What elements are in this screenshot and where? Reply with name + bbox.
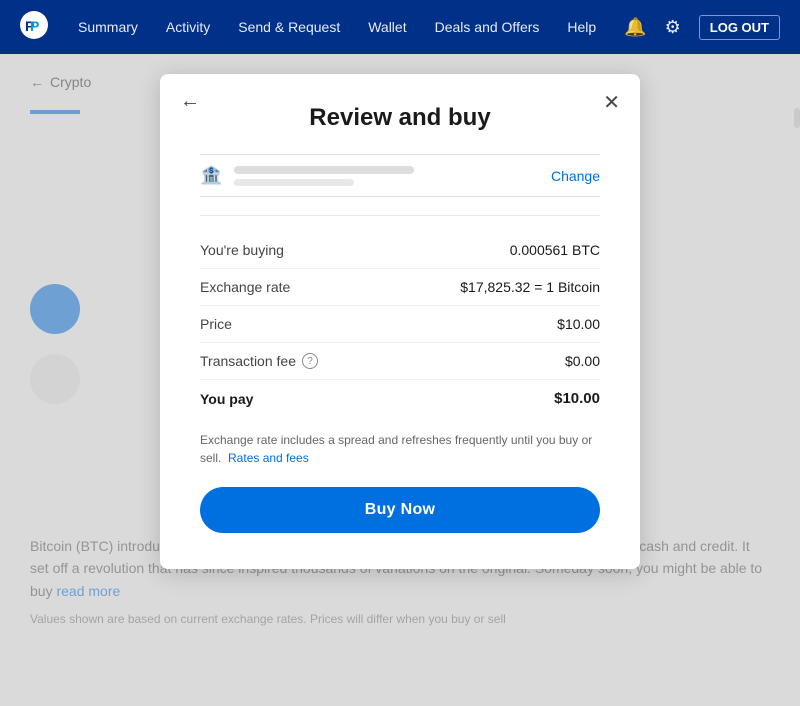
help-icon[interactable]: ?: [302, 353, 318, 369]
nav-deals[interactable]: Deals and Offers: [435, 19, 540, 35]
price-label: Price: [200, 316, 232, 332]
modal-title: Review and buy: [200, 104, 600, 132]
modal-overlay: ← ✕ Review and buy 🏦 Change You're buyin…: [0, 54, 800, 706]
detail-row-total: You pay $10.00: [200, 380, 600, 417]
price-value: $10.00: [557, 316, 600, 332]
logout-button[interactable]: LOG OUT: [699, 15, 780, 40]
detail-row-fee: Transaction fee ? $0.00: [200, 343, 600, 380]
rates-fees-link[interactable]: Rates and fees: [228, 451, 309, 465]
payment-method-row: 🏦 Change: [200, 154, 600, 197]
detail-row-buying: You're buying 0.000561 BTC: [200, 232, 600, 269]
header-actions: 🔔 ⚙ LOG OUT: [624, 15, 780, 40]
nav-wallet[interactable]: Wallet: [368, 19, 406, 35]
fee-value: $0.00: [565, 353, 600, 369]
payment-text-line-1: [234, 166, 414, 174]
nav-send-request[interactable]: Send & Request: [238, 19, 340, 35]
buying-value: 0.000561 BTC: [510, 242, 600, 258]
exchange-label: Exchange rate: [200, 279, 290, 295]
nav-help[interactable]: Help: [567, 19, 596, 35]
buy-now-button[interactable]: Buy Now: [200, 487, 600, 533]
review-buy-modal: ← ✕ Review and buy 🏦 Change You're buyin…: [160, 74, 640, 569]
modal-close-button[interactable]: ✕: [603, 90, 620, 115]
nav-summary[interactable]: Summary: [78, 19, 138, 35]
main-header: P P Summary Activity Send & Request Wall…: [0, 0, 800, 54]
modal-back-button[interactable]: ←: [180, 90, 200, 113]
payment-info: [234, 166, 551, 186]
disclaimer-text: Exchange rate includes a spread and refr…: [200, 431, 600, 467]
detail-row-price: Price $10.00: [200, 306, 600, 343]
divider: [200, 215, 600, 216]
paypal-logo[interactable]: P P: [20, 11, 48, 44]
buying-label: You're buying: [200, 242, 284, 258]
nav-activity[interactable]: Activity: [166, 19, 210, 35]
detail-row-exchange: Exchange rate $17,825.32 = 1 Bitcoin: [200, 269, 600, 306]
change-link[interactable]: Change: [551, 168, 600, 184]
page-content: ← Crypto Bitcoin (BTC) introduced innova…: [0, 54, 800, 706]
total-label: You pay: [200, 391, 253, 407]
total-value: $10.00: [554, 390, 600, 407]
exchange-value: $17,825.32 = 1 Bitcoin: [460, 279, 600, 295]
main-nav: Summary Activity Send & Request Wallet D…: [78, 19, 624, 35]
payment-text-line-2: [234, 179, 354, 186]
notification-icon[interactable]: 🔔: [624, 17, 646, 38]
fee-label: Transaction fee ?: [200, 353, 318, 369]
svg-text:P: P: [30, 18, 39, 34]
bank-icon: 🏦: [200, 165, 222, 186]
settings-icon[interactable]: ⚙: [665, 17, 681, 38]
